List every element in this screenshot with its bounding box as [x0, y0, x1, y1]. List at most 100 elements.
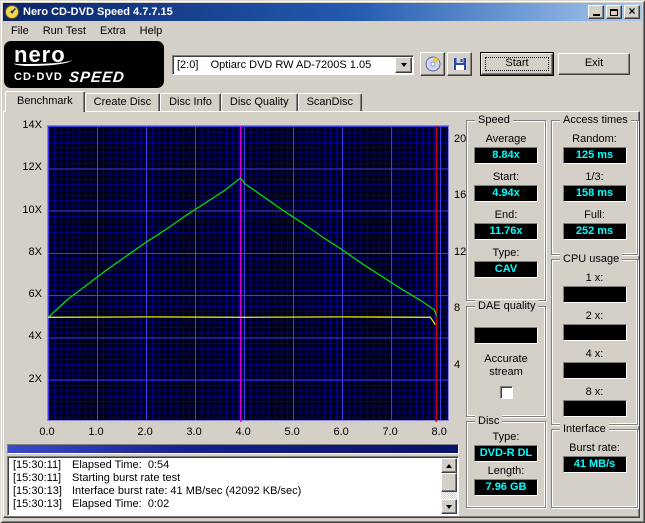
app-icon	[5, 5, 19, 19]
y-left-label: 8X	[28, 245, 42, 258]
drive-select-arrow[interactable]	[395, 57, 412, 73]
x-axis-label: 2.0	[137, 426, 153, 438]
maximize-icon	[610, 8, 618, 16]
close-button[interactable]: ×	[624, 5, 640, 19]
tab-create-disc[interactable]: Create Disc	[84, 93, 161, 111]
field-label-length: Length:	[487, 465, 525, 477]
start-button[interactable]: Start	[481, 53, 553, 75]
tab-disc-info[interactable]: Disc Info	[160, 93, 221, 111]
minimize-button[interactable]	[588, 5, 604, 19]
panel-cpu-usage: CPU usage 1 x: 2 x: 4 x: 8 x:	[551, 253, 638, 425]
arrow-up-icon	[446, 463, 452, 468]
dae-quality-value	[474, 327, 538, 344]
field-value-1-x	[562, 286, 627, 303]
nero-logo: nero CD·DVD SPEED	[4, 41, 164, 88]
speed-fields: Average 8.84x Start: 4.94x End: 11.76x Type: CA…	[467, 121, 545, 278]
save-results-button[interactable]	[447, 52, 472, 76]
y-left-label: 2X	[28, 372, 42, 385]
panel-interface: Interface Burst rate: 41 MB/s	[551, 423, 638, 508]
log-lines: [15:30:11] Elapsed Time: 0:54 [15:30:11] St…	[10, 459, 440, 514]
drive-select-value: [2:0] Optiarc DVD RW AD-7200S 1.05	[177, 59, 372, 71]
field-value-type: CAV	[474, 261, 538, 278]
menu-item-extra[interactable]: Extra	[93, 23, 133, 39]
field-label-8-x: 8 x:	[585, 386, 604, 398]
field-value-full: 252 ms	[562, 223, 627, 240]
tab-strip: Benchmark Create Disc Disc Info Disc Qualit…	[5, 91, 363, 112]
access-times-fields: Random: 125 ms 1/3: 158 ms Full: 252 ms	[552, 121, 637, 240]
field-value-4-x	[562, 362, 627, 379]
exit-button[interactable]: Exit	[558, 53, 630, 75]
field-value-average: 8.84x	[474, 147, 538, 164]
log-box[interactable]: [15:30:11] Elapsed Time: 0:54 [15:30:11] St…	[7, 456, 459, 516]
cpu-usage-fields: 1 x: 2 x: 4 x: 8 x:	[552, 260, 637, 417]
field-label-1-x: 1 x:	[585, 272, 604, 284]
field-value-1-3: 158 ms	[562, 185, 627, 202]
y-left-label: 10X	[22, 203, 42, 216]
maximize-button[interactable]	[606, 5, 622, 19]
field-value-length: 7.96 GB	[474, 479, 538, 496]
log-entry: [15:30:11] Starting burst rate test	[10, 472, 440, 485]
field-label-type: Type:	[492, 431, 520, 443]
log-scrollbar[interactable]	[441, 458, 457, 514]
interface-fields: Burst rate: 41 MB/s	[552, 430, 637, 473]
accurate-stream-checkbox[interactable]	[499, 386, 513, 399]
x-axis-label: 3.0	[186, 426, 202, 438]
window-title: Nero CD-DVD Speed 4.7.7.15	[23, 6, 173, 18]
logo-subtitle: CD·DVD SPEED	[14, 69, 126, 86]
scrollbar-thumb[interactable]	[441, 473, 457, 492]
close-icon: ×	[628, 4, 636, 18]
app-window: Nero CD-DVD Speed 4.7.7.15 × File Run Tes…	[0, 0, 645, 523]
panel-title: DAE quality	[475, 300, 539, 312]
benchmark-chart: 14X 12X 10X 8X 6X 4X 2X 20 16 12 8 4 0.0 1.0 2.0 3.0 4.0…	[7, 116, 470, 438]
field-value-end: 11.76x	[474, 223, 538, 240]
tab-disc-quality[interactable]: Disc Quality	[220, 93, 298, 111]
panel-access-times: Access times Random: 125 ms 1/3: 158 ms Full…	[551, 114, 638, 255]
series-read-speed	[48, 176, 438, 319]
field-value-2-x	[562, 324, 627, 341]
drive-select[interactable]: [2:0] Optiarc DVD RW AD-7200S 1.05	[172, 55, 414, 75]
tab-scandisc[interactable]: ScanDisc	[297, 93, 363, 111]
x-axis-label: 6.0	[333, 426, 349, 438]
x-axis-label: 8.0	[431, 426, 447, 438]
disc-fields: Type: DVD-R DL Length: 7.96 GB	[467, 422, 545, 496]
menu-item-file[interactable]: File	[4, 23, 36, 39]
panel-title: CPU usage	[560, 253, 623, 265]
menu-item-run-test[interactable]: Run Test	[36, 23, 93, 39]
log-time: [15:30:11]	[13, 459, 62, 471]
chevron-down-icon	[400, 63, 407, 67]
test-progress-bar	[7, 444, 459, 454]
x-axis-label: 0.0	[39, 426, 55, 438]
log-time: [15:30:13]	[13, 485, 62, 497]
panel-title: Interface	[560, 423, 609, 435]
scroll-down-button[interactable]	[441, 499, 457, 514]
field-value-random: 125 ms	[562, 147, 627, 164]
panel-title: Disc	[475, 415, 503, 427]
panel-disc: Disc Type: DVD-R DL Length: 7.96 GB	[466, 415, 546, 508]
minimize-icon	[592, 14, 600, 16]
log-text: Elapsed Time: 0:54	[72, 459, 170, 471]
x-axis-label: 1.0	[88, 426, 104, 438]
menu-item-help[interactable]: Help	[133, 23, 170, 39]
log-entry: [15:30:11] Elapsed Time: 0:54	[10, 459, 440, 472]
panel-title: Speed	[475, 114, 513, 126]
field-value-8-x	[562, 400, 627, 417]
accurate-stream-label: Accurate stream	[484, 353, 528, 378]
log-entry: [15:30:13] Interface burst rate: 41 MB/se…	[10, 485, 440, 498]
log-text: Elapsed Time: 0:02	[72, 498, 170, 510]
y-left-label: 6X	[28, 288, 42, 301]
field-value-start: 4.94x	[474, 185, 538, 202]
field-label-type: Type:	[492, 247, 520, 259]
y-left-label: 4X	[28, 330, 42, 343]
save-icon	[453, 58, 466, 70]
eject-disc-button[interactable]	[420, 52, 445, 76]
scroll-up-button[interactable]	[441, 458, 457, 473]
tab-benchmark[interactable]: Benchmark	[5, 91, 85, 112]
panel-speed: Speed Average 8.84x Start: 4.94x End: 11.76x T…	[466, 114, 546, 301]
x-axis-label: 7.0	[382, 426, 398, 438]
y-left-label: 14X	[22, 119, 42, 131]
field-label-4-x: 4 x:	[585, 348, 604, 360]
title-bar[interactable]: Nero CD-DVD Speed 4.7.7.15 ×	[3, 3, 642, 21]
field-label-2-x: 2 x:	[585, 310, 604, 322]
field-label-end: End:	[494, 209, 518, 221]
series-rotation-speed	[48, 316, 436, 326]
